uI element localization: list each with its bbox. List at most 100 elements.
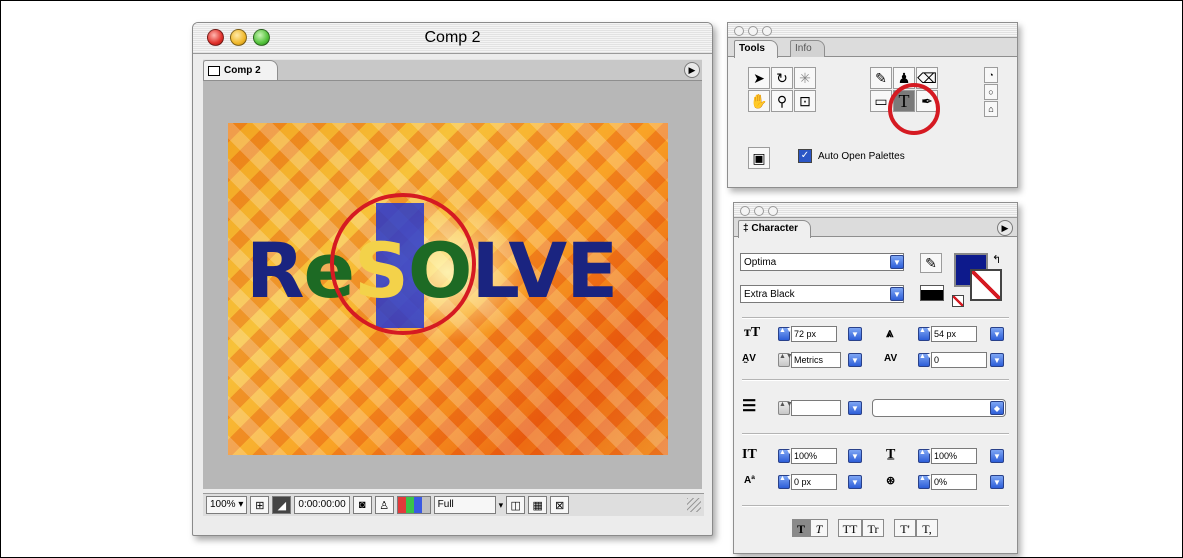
chevron-down-icon[interactable]: ▼ (848, 327, 862, 341)
tracking-icon: AV (884, 353, 898, 364)
zoom-palette-button[interactable] (768, 206, 778, 216)
text-style-buttons: T T TT Tr T' T, (792, 519, 992, 539)
zoom-tool-icon[interactable]: ⚲ (771, 90, 793, 112)
close-palette-button[interactable] (740, 206, 750, 216)
kerning-stepper[interactable]: ▲▼ (778, 353, 793, 367)
baseline-shift-icon: Aª (744, 475, 755, 486)
font-size-stepper[interactable]: ▲▼ (778, 327, 793, 341)
zoom-menu[interactable]: 100% ▾ (206, 496, 248, 514)
tsume-stepper[interactable]: ▲▼ (918, 475, 933, 489)
ellipse-tool-icon[interactable]: ○ (984, 84, 998, 100)
grid-icon[interactable]: ⊞ (250, 496, 270, 514)
stroke-width-field[interactable] (791, 400, 841, 416)
horizontal-scale-field[interactable]: 100% (931, 448, 977, 464)
panel-menu-icon[interactable]: ▶ (997, 220, 1013, 236)
type-tool-highlight-circle (888, 83, 940, 135)
pixel-aspect-icon[interactable]: ⊠ (550, 496, 570, 514)
composition-viewer[interactable]: ReSOLVE (203, 81, 702, 489)
tsume-field[interactable]: 0% (931, 474, 977, 490)
show-snapshot-icon[interactable]: ♙ (374, 496, 394, 514)
tab-comp-2[interactable]: Comp 2 (203, 60, 278, 80)
snapshot-icon[interactable]: ◙ (352, 496, 372, 514)
superscript-button[interactable]: T' (894, 519, 916, 537)
tracking-stepper[interactable]: ▲▼ (918, 353, 933, 367)
transparency-grid-icon[interactable]: ▦ (528, 496, 548, 514)
zoom-palette-button[interactable] (762, 26, 772, 36)
kerning-field[interactable]: Metrics (791, 352, 841, 368)
minimize-palette-button[interactable] (754, 206, 764, 216)
divider (742, 379, 1009, 381)
vertical-scale-stepper[interactable]: ▲▼ (778, 449, 793, 463)
chevron-down-icon[interactable]: ▼ (990, 327, 1004, 341)
leading-field[interactable]: 54 px (931, 326, 977, 342)
no-fill-icon[interactable] (952, 295, 964, 307)
baseline-shift-field[interactable]: 0 px (791, 474, 837, 490)
faux-italic-button[interactable]: T (810, 519, 828, 537)
black-white-swatch[interactable] (920, 285, 944, 301)
palette-toggle-icon[interactable]: ▣ (748, 147, 770, 169)
chevron-down-icon[interactable]: ▼ (890, 255, 904, 269)
hand-tool-icon[interactable]: ✋ (748, 90, 770, 112)
chevron-down-icon[interactable]: ▼ (990, 449, 1004, 463)
color-channels-button[interactable] (396, 496, 431, 514)
comp-titlebar[interactable]: Comp 2 (193, 23, 712, 54)
leading-stepper[interactable]: ▲▼ (918, 327, 933, 341)
stroke-color-swatch[interactable] (970, 269, 1002, 301)
leading-icon: ⩓ (886, 325, 894, 340)
brush-tool-icon[interactable]: ✎ (870, 67, 892, 89)
eyedropper-icon[interactable]: ✎ (920, 253, 942, 273)
comp-tab-bar: Comp 2 ▶ (203, 59, 702, 81)
subscript-button[interactable]: T, (916, 519, 938, 537)
faux-bold-button[interactable]: T (792, 519, 810, 537)
font-style-menu[interactable]: Extra Black (740, 285, 904, 303)
small-caps-button[interactable]: Tr (862, 519, 884, 537)
tab-character[interactable]: ‡ Character (738, 220, 812, 238)
horizontal-scale-stepper[interactable]: ▲▼ (918, 449, 933, 463)
tool-group-extra: ◔ ○ ⌂ (984, 67, 998, 117)
font-size-field[interactable]: 72 px (791, 326, 837, 342)
orbit-tool-icon[interactable]: ◔ (984, 67, 998, 83)
vertical-scale-icon: IT (742, 447, 757, 462)
chevron-down-icon[interactable]: ▼ (848, 401, 862, 415)
stroke-style-menu[interactable] (872, 399, 1006, 417)
chevron-down-icon[interactable]: ▼ (990, 475, 1004, 489)
pan-behind-tool-icon[interactable]: ⊡ (794, 90, 816, 112)
horizontal-scale-icon: T̲ (886, 447, 896, 462)
chevron-down-icon[interactable]: ▼ (890, 287, 904, 301)
divider (742, 317, 1009, 319)
rotation-tool-icon[interactable]: ↻ (771, 67, 793, 89)
tracking-field[interactable]: 0 (931, 352, 987, 368)
font-family-menu[interactable]: Optima (740, 253, 904, 271)
chevron-updown-icon[interactable]: ◆ (990, 401, 1004, 415)
auto-open-palettes-option[interactable]: ✓ Auto Open Palettes (798, 149, 905, 163)
chevron-down-icon[interactable]: ▼ (848, 449, 862, 463)
canvas-letter: LVE (471, 226, 618, 315)
divider (742, 433, 1009, 435)
mask-icon[interactable]: ◢ (272, 496, 292, 514)
resolution-menu[interactable]: Full (433, 496, 496, 514)
chevron-down-icon[interactable]: ▼ (848, 475, 862, 489)
selection-tool-icon[interactable]: ➤ (748, 67, 770, 89)
puppet-tool-icon[interactable]: ⌂ (984, 101, 998, 117)
swap-colors-icon[interactable]: ↰ (992, 253, 1001, 266)
camera-tool-icon[interactable]: ✳ (794, 67, 816, 89)
baseline-shift-stepper[interactable]: ▲▼ (778, 475, 793, 489)
close-palette-button[interactable] (734, 26, 744, 36)
resize-grip-icon[interactable] (687, 498, 701, 512)
vertical-scale-field[interactable]: 100% (791, 448, 837, 464)
timecode-display[interactable]: 0:00:00:00 (294, 496, 350, 514)
chevron-down-icon[interactable]: ▼ (990, 353, 1004, 367)
character-palette-titlebar[interactable] (734, 203, 1017, 218)
region-of-interest-icon[interactable]: ◫ (506, 496, 526, 514)
tools-palette-titlebar[interactable] (728, 23, 1017, 38)
tab-tools[interactable]: Tools (734, 40, 778, 58)
all-caps-button[interactable]: TT (838, 519, 862, 537)
tab-info[interactable]: Info (790, 40, 825, 57)
tab-label: Comp 2 (224, 64, 261, 76)
auto-open-palettes-checkbox[interactable]: ✓ (798, 149, 812, 163)
chevron-down-icon[interactable]: ▼ (848, 353, 862, 367)
minimize-palette-button[interactable] (748, 26, 758, 36)
stroke-width-stepper[interactable]: ▲▼ (778, 401, 793, 415)
panel-menu-icon[interactable]: ▶ (684, 62, 700, 78)
composition-canvas[interactable]: ReSOLVE (228, 123, 668, 455)
